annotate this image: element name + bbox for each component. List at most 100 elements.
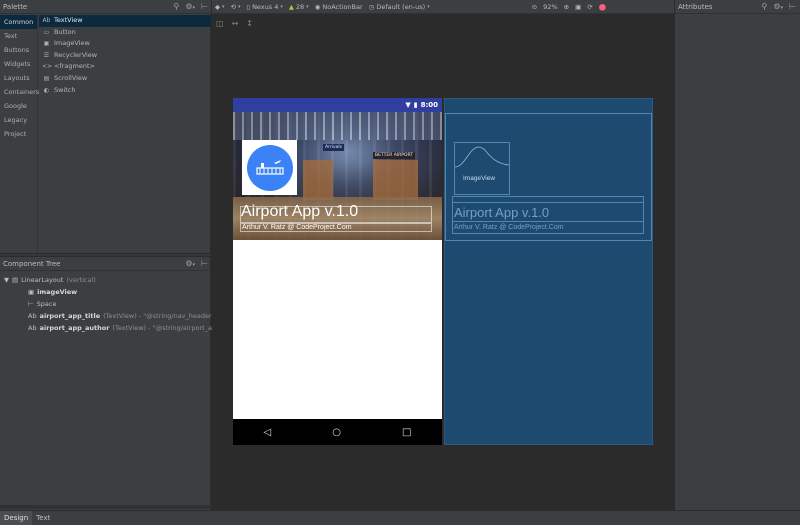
gear-icon[interactable]: ⚙▾	[185, 2, 195, 11]
refresh-icon: ⟳	[587, 2, 593, 11]
component-tree-header: Component Tree ⚙▾ ⊢	[0, 257, 211, 271]
attributes-panel	[674, 0, 800, 510]
image-icon: ▣	[43, 40, 50, 48]
error-indicator[interactable]: ⬤	[599, 3, 606, 11]
palette-item-fragment[interactable]: <> <fragment>	[39, 61, 211, 73]
blueprint-imageview-label: ImageView	[463, 175, 496, 182]
list-icon: ☰	[43, 51, 50, 59]
home-icon[interactable]: ○	[332, 427, 341, 438]
gear-icon[interactable]: ⚙▾	[773, 2, 783, 11]
textview-icon: Ab	[28, 324, 37, 332]
palette-category-text[interactable]: Text	[0, 29, 37, 43]
search-icon[interactable]: ⚲	[761, 2, 767, 11]
palette-item-textview[interactable]: Ab TextView	[39, 15, 211, 27]
palette-category-layouts[interactable]: Layouts	[0, 71, 37, 85]
palette-category-common[interactable]: Common	[0, 15, 37, 29]
airport-icon	[255, 159, 284, 175]
palette-header: Palette ⚲ ⚙▾ ⊢	[0, 0, 211, 14]
canvas-toolbar: ◫ ↔ ↕	[212, 15, 674, 31]
zoom-in-icon: ⊕	[563, 2, 570, 11]
locale-selector[interactable]: ◷ Default (en-us) ▾	[369, 3, 430, 11]
pin-icon[interactable]: ⊢	[201, 259, 208, 268]
panel-toggle-icon[interactable]: ◫	[216, 19, 224, 28]
rotate-icon: ⟲	[230, 2, 236, 11]
header-image[interactable]: Arrivals BETTER AIRPORT Airport App v.1.…	[233, 112, 442, 240]
layers-button[interactable]: ◆ ▾	[215, 3, 225, 11]
palette-item-imageview[interactable]: ▣ ImageView	[39, 38, 211, 50]
palette-title: Palette	[3, 2, 28, 11]
phone-icon: ▯	[246, 2, 251, 11]
api-selector[interactable]: ▲ 28 ▾	[289, 3, 309, 11]
status-clock: 8:00	[420, 101, 438, 109]
image-shop	[373, 160, 418, 200]
globe-icon: ◷	[368, 2, 375, 11]
blueprint-title: Airport App v.1.0	[454, 205, 550, 220]
device-selector[interactable]: ▯ Nexus 4 ▾	[246, 3, 282, 11]
title-selection-outline	[240, 206, 432, 223]
phone-preview[interactable]: ▼ ▮ 8:00 Arrivals BETTER AIRPORT Airport…	[233, 98, 442, 445]
tab-text[interactable]: Text	[32, 511, 54, 525]
image-icon: ▣	[28, 288, 35, 296]
attributes-header: Attributes ⚲ ⚙▾ ⊢	[674, 0, 800, 14]
image-ceiling	[233, 112, 442, 140]
tree-row-title[interactable]: Ab airport_app_title (TextView) - "@stri…	[28, 310, 215, 322]
theme-icon: ◉	[314, 2, 321, 11]
android-icon: ▲	[288, 2, 294, 11]
palette-category-buttons[interactable]: Buttons	[0, 43, 37, 57]
expand-arrow-icon[interactable]: ▼	[4, 274, 9, 286]
palette-item-scrollview[interactable]: ▤ ScrollView	[39, 73, 211, 85]
zoom-in-button[interactable]: ⊕	[564, 3, 569, 11]
app-logo[interactable]	[242, 140, 297, 195]
zoom-out-button[interactable]: ⊝	[532, 3, 537, 11]
attributes-title: Attributes	[678, 2, 713, 11]
scrollview-icon: ▤	[43, 74, 50, 82]
logo-circle	[246, 144, 293, 191]
tree-row-space[interactable]: ⊢ Space	[28, 298, 56, 310]
theme-selector[interactable]: ◉ NoActionBar	[315, 3, 363, 11]
horizontal-scrollbar[interactable]	[0, 505, 211, 509]
palette-item-switch[interactable]: ◐ Switch	[39, 85, 211, 97]
pin-icon[interactable]: ⊢	[789, 2, 796, 11]
textview-icon: Ab	[28, 312, 37, 320]
palette-categories: Common Text Buttons Widgets Layouts Cont…	[0, 15, 39, 255]
zoom-out-icon: ⊝	[531, 2, 538, 11]
palette-category-project[interactable]: Project	[0, 127, 37, 141]
image-shop	[303, 160, 333, 200]
status-bar: ▼ ▮ 8:00	[233, 98, 442, 112]
zoom-fit-button[interactable]: ▣	[575, 3, 581, 11]
button-icon: ▭	[43, 28, 50, 36]
palette-category-legacy[interactable]: Legacy	[0, 113, 37, 127]
wifi-icon: ▼	[405, 101, 411, 109]
recents-icon[interactable]: □	[402, 427, 411, 438]
blueprint-imageview[interactable]	[454, 142, 510, 195]
tree-row-imageview[interactable]: ▣ imageView	[28, 286, 77, 298]
palette-category-google[interactable]: Google	[0, 99, 37, 113]
editor-mode-tabs: Design Text	[0, 510, 800, 525]
palette-items: Ab TextView ▭ Button ▣ ImageView ☰ RecyclerV…	[39, 15, 211, 255]
zoom-fit-icon: ▣	[575, 2, 582, 11]
palette-category-containers[interactable]: Containers	[0, 85, 39, 99]
zoom-level: 92%	[543, 2, 558, 11]
blueprint-author: Arthur V. Ratz @ CodeProject.Com	[454, 224, 564, 231]
pin-icon[interactable]: ⊢	[201, 2, 208, 11]
blueprint-preview[interactable]: ImageView Airport App v.1.0 Arthur V. Ra…	[444, 98, 653, 445]
error-icon: ⬤	[598, 2, 606, 11]
refresh-button[interactable]: ⟳	[587, 3, 592, 11]
back-icon[interactable]: ◁	[264, 427, 272, 438]
image-sign-airport: BETTER AIRPORT	[373, 152, 416, 159]
palette-item-button[interactable]: ▭ Button	[39, 27, 211, 39]
palette-category-widgets[interactable]: Widgets	[0, 57, 37, 71]
orientation-button[interactable]: ⟲ ▾	[231, 3, 241, 11]
battery-icon: ▮	[413, 101, 418, 109]
image-sign-arrivals: Arrivals	[323, 144, 344, 151]
vertical-resize-icon[interactable]: ↕	[246, 19, 253, 28]
palette-item-recyclerview[interactable]: ☰ RecyclerView	[39, 50, 211, 62]
blueprint-image-curve	[455, 146, 509, 168]
navigation-bar: ◁ ○ □	[233, 419, 442, 445]
tab-design[interactable]: Design	[0, 510, 33, 525]
tree-row-author[interactable]: Ab airport_app_author (TextView) - "@str…	[28, 322, 230, 334]
tree-row-linearlayout[interactable]: ▼ ▤ LinearLayout (vertical)	[4, 274, 96, 286]
search-icon[interactable]: ⚲	[173, 2, 179, 11]
gear-icon[interactable]: ⚙▾	[185, 259, 195, 268]
horizontal-resize-icon[interactable]: ↔	[232, 19, 239, 28]
